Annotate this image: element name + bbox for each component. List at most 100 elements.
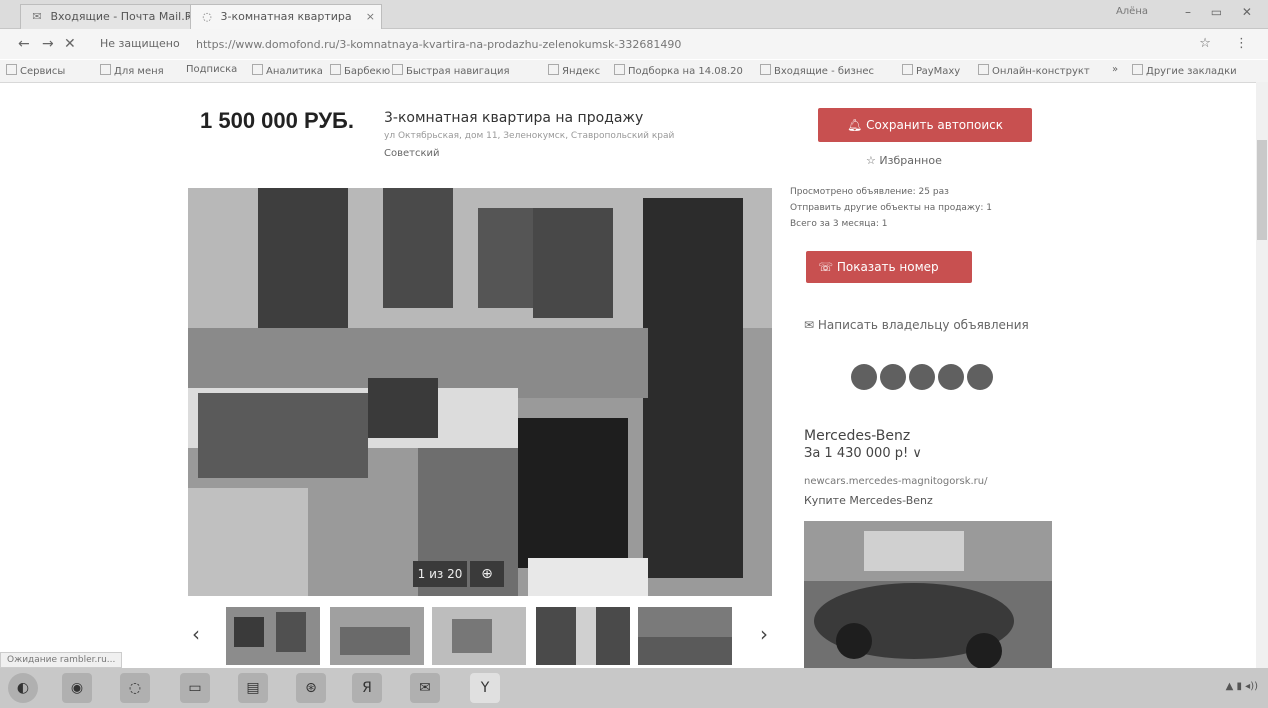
- thumbnail[interactable]: [536, 607, 630, 665]
- back-button[interactable]: ←: [18, 36, 30, 52]
- twitter-share-icon[interactable]: [938, 364, 964, 390]
- stop-button[interactable]: ✕: [64, 36, 76, 52]
- start-button[interactable]: ◐: [8, 673, 38, 703]
- mail-icon: [760, 64, 771, 75]
- chrome-icon[interactable]: ◉: [62, 673, 92, 703]
- bell-icon: 🔔︎: [847, 118, 863, 132]
- thumbnail-image: [536, 607, 630, 665]
- thumbnail[interactable]: [432, 607, 526, 665]
- bookmark-item[interactable]: Подборка на 14.08.20: [614, 64, 743, 77]
- ad-domain[interactable]: newcars.mercedes-magnitogorsk.ru/: [804, 476, 988, 487]
- media-player-icon[interactable]: ⊛: [296, 673, 326, 703]
- car-image: [804, 521, 1052, 671]
- mail-share-icon[interactable]: [967, 364, 993, 390]
- explorer-icon[interactable]: ▤: [238, 673, 268, 703]
- listing-title: 3-комнатная квартира на продажу: [384, 110, 644, 126]
- folder-icon: [548, 64, 559, 75]
- stat-other-objects[interactable]: Отправить другие объекты на продажу: 1: [790, 203, 992, 213]
- close-tab-icon[interactable]: ×: [366, 5, 375, 29]
- listing-district: Советский: [384, 148, 440, 159]
- tab-mail[interactable]: ✉ Входящие - Почта Mail.Ru ×: [20, 4, 202, 29]
- favorite-label: Избранное: [879, 154, 942, 167]
- window-controls[interactable]: – ▭ ✕: [1185, 5, 1260, 19]
- thumbs-next-button[interactable]: ›: [760, 622, 768, 646]
- status-bar: Ожидание rambler.ru...: [0, 652, 123, 668]
- bookmark-item[interactable]: Быстрая навигация: [392, 64, 510, 77]
- photo-counter: 1 из 20: [413, 561, 467, 587]
- mail-icon: ✉: [32, 10, 42, 23]
- desktop-icon[interactable]: ▭: [180, 673, 210, 703]
- facebook-share-icon[interactable]: [909, 364, 935, 390]
- ad-cta[interactable]: Купите Mercedes-Benz: [804, 494, 933, 507]
- magnifier-icon: ⊕: [481, 566, 493, 582]
- folder-icon: [252, 64, 263, 75]
- kitchen-photo: [188, 188, 772, 596]
- bookmark-item[interactable]: Барбекю: [330, 64, 390, 77]
- bookmarks-overflow[interactable]: »: [1112, 64, 1118, 75]
- bookmark-item[interactable]: Подписка: [186, 64, 237, 75]
- bookmark-icon: [392, 64, 403, 75]
- show-phone-label: Показать номер: [836, 260, 939, 274]
- thumbnail[interactable]: [226, 607, 320, 665]
- thumbs-prev-button[interactable]: ‹: [192, 622, 200, 646]
- yandex-icon[interactable]: Я: [352, 673, 382, 703]
- folder-icon: [330, 64, 341, 75]
- phone-icon: ☏: [818, 260, 834, 274]
- thumbnail[interactable]: [330, 607, 424, 665]
- tab-listing[interactable]: ◌ 3-комнатная квартира ×: [190, 4, 382, 29]
- save-search-button[interactable]: 🔔︎ Сохранить автопоиск: [818, 108, 1032, 142]
- bookmark-item[interactable]: Яндекс: [548, 64, 600, 77]
- thumbnail-image: [226, 607, 320, 665]
- odnoklassniki-share-icon[interactable]: [880, 364, 906, 390]
- bookmark-item[interactable]: Аналитика: [252, 64, 323, 77]
- message-icon: ✉: [804, 318, 815, 332]
- stat-three-months: Всего за 3 месяца: 1: [790, 219, 888, 229]
- apps-icon: [6, 64, 17, 75]
- save-search-label: Сохранить автопоиск: [866, 118, 1003, 132]
- write-owner-label: Написать владельцу объявления: [817, 318, 1029, 332]
- folder-icon: [1132, 64, 1143, 75]
- profile-name[interactable]: Алёна: [1116, 6, 1148, 17]
- show-phone-button[interactable]: ☏ Показать номер: [806, 251, 972, 283]
- windows-taskbar: ◐ ◉ ◌ ▭ ▤ ⊛ Я ✉ Y ▲ ▮ ◂)): [0, 668, 1268, 708]
- system-tray[interactable]: ▲ ▮ ◂)): [1226, 681, 1258, 692]
- scrollbar-thumb[interactable]: [1257, 140, 1267, 240]
- bookmark-item[interactable]: Для меня: [100, 64, 164, 77]
- listing-address[interactable]: ул Октябрьская, дом 11, Зеленокумск, Ста…: [384, 131, 674, 141]
- folder-icon: [614, 64, 625, 75]
- browser-icon[interactable]: ◌: [120, 673, 150, 703]
- tab-label: Входящие - Почта Mail.Ru: [50, 10, 199, 23]
- star-icon: ☆: [866, 154, 876, 167]
- thumbnail[interactable]: [638, 607, 732, 665]
- vk-share-icon[interactable]: [851, 364, 877, 390]
- bookmark-item[interactable]: Другие закладки: [1132, 64, 1237, 77]
- tab-label: 3-комнатная квартира: [220, 10, 352, 23]
- ad-image[interactable]: [804, 521, 1052, 671]
- folder-icon: [100, 64, 111, 75]
- bookmark-item[interactable]: Сервисы: [6, 64, 65, 77]
- listing-price: 1 500 000 РУБ.: [200, 108, 354, 133]
- write-owner-link[interactable]: ✉ Написать владельцу объявления: [804, 318, 1029, 332]
- ad-title[interactable]: Mercedes-Benz: [804, 428, 910, 444]
- thumbnail-image: [638, 607, 732, 665]
- favorite-link[interactable]: ☆ Избранное: [866, 154, 942, 167]
- yandex-browser-icon[interactable]: Y: [470, 673, 500, 703]
- address-bar: ← → ✕ Не защищено https://www.domofond.r…: [0, 29, 1268, 59]
- folder-icon: [978, 64, 989, 75]
- bookmark-item[interactable]: PayMaxy: [902, 64, 960, 77]
- ad-price[interactable]: За 1 430 000 р! ∨: [804, 446, 922, 461]
- bookmarks-bar: Сервисы Для меня Подписка Аналитика Барб…: [0, 60, 1268, 83]
- main-photo[interactable]: [188, 188, 772, 596]
- toolbar-icons[interactable]: ☆ ⋮: [1199, 36, 1258, 51]
- zoom-button[interactable]: ⊕: [470, 561, 504, 587]
- excel-icon[interactable]: ✉: [410, 673, 440, 703]
- url-field[interactable]: https://www.domofond.ru/3-komnatnaya-kva…: [196, 38, 756, 51]
- bookmark-item[interactable]: Входящие - бизнес: [760, 64, 874, 77]
- loading-icon: ◌: [202, 10, 212, 23]
- browser-tab-bar: ✉ Входящие - Почта Mail.Ru × ◌ 3-комнатн…: [0, 0, 1268, 29]
- security-indicator[interactable]: Не защищено: [100, 37, 180, 50]
- bookmark-icon: [902, 64, 913, 75]
- bookmark-item[interactable]: Онлайн-конструкт: [978, 64, 1090, 77]
- forward-button[interactable]: →: [42, 36, 54, 52]
- thumbnail-image: [432, 607, 526, 665]
